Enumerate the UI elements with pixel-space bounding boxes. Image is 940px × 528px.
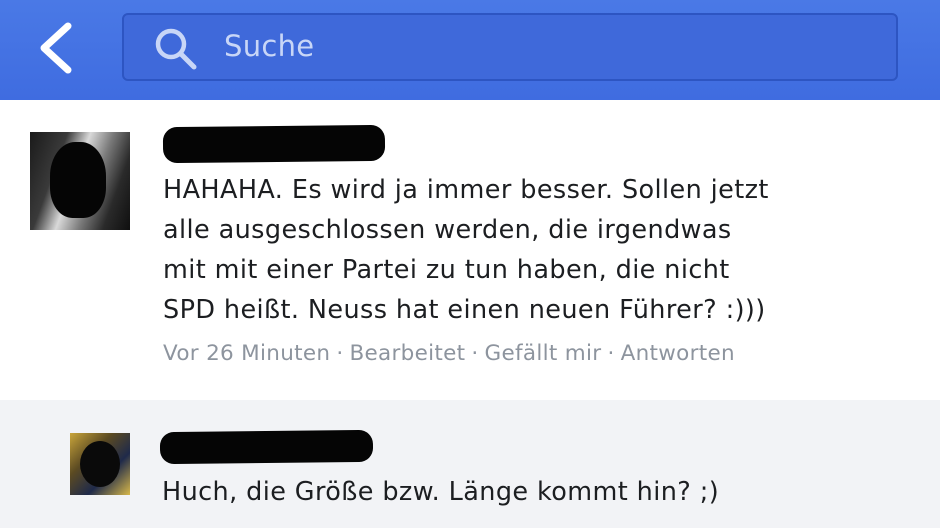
chevron-left-icon — [40, 22, 72, 74]
redacted-face — [50, 142, 106, 218]
comment-text: Huch, die Größe bzw. Länge kommt hin? ;) — [162, 472, 719, 512]
redacted-author-name — [159, 429, 374, 465]
comment-line: Huch, die Größe bzw. Länge kommt hin? ;) — [162, 477, 720, 507]
comment-line: mit mit einer Partei zu tun haben, die n… — [163, 255, 730, 285]
comment-line: alle ausgeschlossen werden, die irgendwa… — [163, 215, 732, 245]
comment: HAHAHA. Es wird ja immer besser. Sollen … — [0, 100, 940, 400]
comment-timestamp: Vor 26 Minuten — [163, 341, 331, 366]
back-button[interactable] — [30, 18, 80, 78]
redacted-author-name — [162, 124, 386, 164]
edited-label: Bearbeitet — [349, 341, 466, 366]
separator: · — [336, 341, 344, 366]
comment-actions: Vor 26 Minuten · Bearbeitet · Gefällt mir · An… — [163, 341, 735, 366]
like-button[interactable]: Gefällt mir — [485, 341, 602, 366]
comment-text: HAHAHA. Es wird ja immer besser. Sollen … — [163, 170, 769, 330]
comment-feed: HAHAHA. Es wird ja immer besser. Sollen … — [0, 100, 940, 528]
search-icon — [155, 28, 197, 70]
redacted-face — [80, 441, 120, 487]
search-input[interactable]: Suche — [122, 13, 898, 81]
reply-button[interactable]: Antworten — [621, 341, 735, 366]
search-placeholder: Suche — [224, 29, 315, 63]
avatar[interactable] — [70, 433, 130, 495]
separator: · — [471, 341, 479, 366]
reply-comment: Huch, die Größe bzw. Länge kommt hin? ;) — [0, 400, 940, 528]
comment-line: SPD heißt. Neuss hat einen neuen Führer?… — [163, 295, 766, 325]
separator: · — [607, 341, 615, 366]
avatar[interactable] — [30, 132, 130, 230]
comment-line: HAHAHA. Es wird ja immer besser. Sollen … — [163, 175, 769, 205]
top-navigation-bar: Suche — [0, 0, 940, 100]
